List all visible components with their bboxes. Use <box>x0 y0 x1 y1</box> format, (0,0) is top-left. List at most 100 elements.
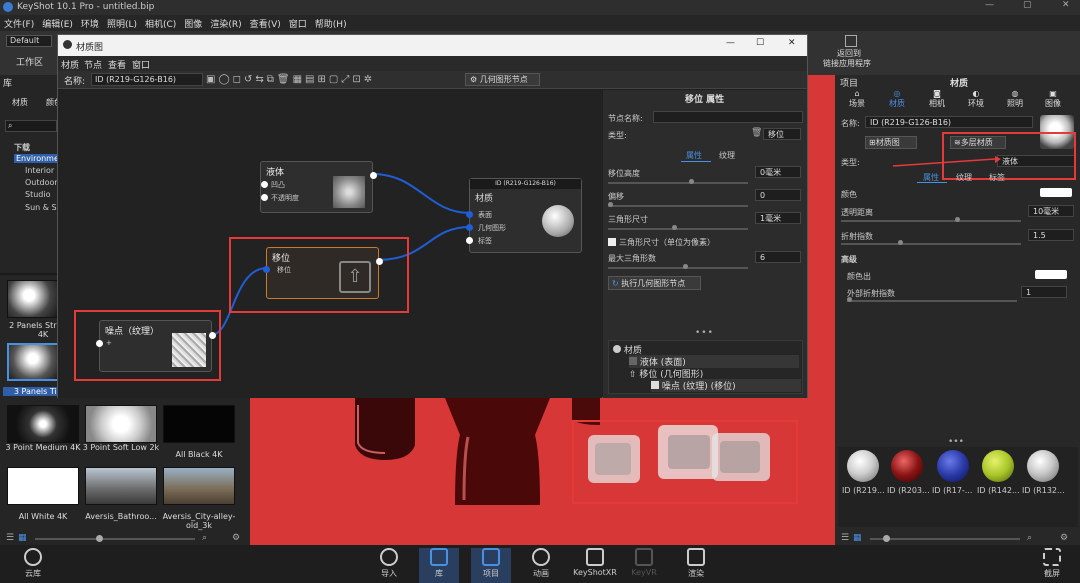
transmission-slider[interactable] <box>841 220 1021 222</box>
cloud-library-button[interactable]: 云库 <box>13 548 53 579</box>
menu-edit[interactable]: 编辑(E) <box>38 15 77 30</box>
node-icon[interactable]: ⊞ <box>318 74 329 85</box>
opacity-port[interactable] <box>261 194 268 201</box>
max-triangles-input[interactable]: 6 <box>755 251 801 263</box>
reset-icon[interactable]: ↺ <box>244 74 255 85</box>
liquid-output-port[interactable] <box>370 172 377 179</box>
triangle-size-input[interactable]: 1毫米 <box>755 212 801 224</box>
settings-icon[interactable]: ⚙ <box>232 533 240 543</box>
slider-knob[interactable] <box>96 535 103 542</box>
tab-camera[interactable]: ◙ 相机 <box>929 89 945 109</box>
tab-materials[interactable]: 材质 <box>12 97 28 108</box>
keyshotxr-button[interactable]: KeyShotXR <box>572 548 618 577</box>
menu-node[interactable]: 节点 <box>84 58 102 71</box>
close-icon[interactable]: ✕ <box>788 38 796 48</box>
thumbnail-size-slider[interactable] <box>870 538 1020 540</box>
advanced-label[interactable]: 高级 <box>841 254 857 265</box>
fit-icon[interactable]: ⤢ <box>341 74 352 85</box>
outside-ior-slider[interactable] <box>847 300 1017 302</box>
material-swatch[interactable] <box>937 450 969 482</box>
screenshot-button[interactable]: 截屏 <box>1032 548 1072 579</box>
tree-item-interior[interactable]: Interior <box>25 166 54 175</box>
env-thumbnail[interactable] <box>163 467 235 505</box>
close-icon[interactable]: ✕ <box>1062 0 1070 10</box>
search-input[interactable]: ⌕ <box>5 120 57 132</box>
execute-geometry-button[interactable]: ↻ 执行几何图形节点 <box>608 276 701 290</box>
triangle-pixels-checkbox[interactable] <box>608 238 616 246</box>
tree-item-studio[interactable]: Studio <box>25 190 50 199</box>
tab-lighting[interactable]: ◍ 照明 <box>1007 89 1023 109</box>
menu-environment[interactable]: 环境 <box>77 15 103 30</box>
material-swatch[interactable] <box>1027 450 1059 482</box>
menu-camera[interactable]: 相机(C) <box>141 15 180 30</box>
env-thumbnail[interactable] <box>7 467 79 505</box>
menu-lighting[interactable]: 照明(L) <box>103 15 141 30</box>
geometry-port[interactable] <box>466 224 473 231</box>
thumbnail-size-slider[interactable] <box>35 538 195 540</box>
gear-icon[interactable]: ✲ <box>364 74 375 85</box>
color-swatch[interactable] <box>1040 188 1072 197</box>
sphere-icon[interactable]: ◯ <box>218 74 232 85</box>
project-button[interactable]: 项目 <box>471 548 511 583</box>
render-button[interactable]: 渲染 <box>676 548 716 579</box>
menu-view[interactable]: 查看(V) <box>246 15 285 30</box>
slider-knob[interactable] <box>883 535 890 542</box>
material-graph-button[interactable]: ⊞材质图 <box>865 136 917 149</box>
menu-material[interactable]: 材质 <box>61 58 79 71</box>
displacement-height-slider[interactable] <box>608 182 748 184</box>
menu-render[interactable]: 渲染(R) <box>206 15 245 30</box>
tab-texture[interactable]: 纹理 <box>719 150 735 161</box>
settings-icon[interactable]: ⚙ <box>1060 533 1068 543</box>
menu-window[interactable]: 窗口 <box>132 58 150 71</box>
env-thumbnail[interactable] <box>163 405 235 443</box>
copy-icon[interactable]: ⧉ <box>267 74 277 85</box>
frame-icon[interactable]: ▢ <box>329 74 341 85</box>
material-swatch[interactable] <box>982 450 1014 482</box>
ior-input[interactable]: 1.5 <box>1028 229 1074 241</box>
minimize-icon[interactable]: — <box>726 38 735 48</box>
tab-scene[interactable]: ⌂ 场景 <box>849 89 865 109</box>
layout-icon[interactable]: ▤ <box>305 74 317 85</box>
grid-icon[interactable]: ▦ <box>293 74 305 85</box>
menu-window[interactable]: 窗口 <box>285 15 311 30</box>
env-thumbnail[interactable] <box>85 405 157 443</box>
menu-help[interactable]: 帮助(H) <box>311 15 351 30</box>
transmission-input[interactable]: 10毫米 <box>1028 205 1074 217</box>
outside-ior-input[interactable]: 1 <box>1021 286 1067 298</box>
more-dots-icon[interactable]: ••• <box>948 437 964 447</box>
material-name-input[interactable]: ID (R219-G126-B16) <box>91 73 203 86</box>
liquid-node[interactable]: 液体 凹凸 不透明度 <box>260 161 377 213</box>
workspace-select[interactable]: Default <box>6 35 52 47</box>
view-grid-icon[interactable]: ▦ <box>18 533 27 543</box>
tab-environment[interactable]: ◐ 环境 <box>968 89 984 109</box>
displacement-height-input[interactable]: 0毫米 <box>755 166 801 178</box>
slider-knob[interactable] <box>683 264 688 269</box>
outside-color-swatch[interactable] <box>1035 270 1067 279</box>
return-icon[interactable] <box>845 35 857 47</box>
menu-view[interactable]: 查看 <box>108 58 126 71</box>
zoom-icon[interactable]: ⌕ <box>1027 533 1032 543</box>
offset-input[interactable]: 0 <box>755 189 801 201</box>
import-button[interactable]: 导入 <box>369 548 409 579</box>
env-thumbnail[interactable] <box>85 467 157 505</box>
tree-row[interactable]: 噪点 (纹理) (移位) <box>651 379 801 392</box>
zoom-icon[interactable]: ⌕ <box>202 533 207 543</box>
tab-properties[interactable]: 属性 <box>686 150 702 161</box>
tree-item-outdoor[interactable]: Outdoor <box>25 178 58 187</box>
animation-button[interactable]: 动画 <box>521 548 561 579</box>
more-dots-icon[interactable]: ••• <box>695 328 714 338</box>
menu-image[interactable]: 图像 <box>180 15 206 30</box>
return-label-2[interactable]: 链接应用程序 <box>823 58 871 69</box>
material-swatch[interactable] <box>847 450 879 482</box>
library-button[interactable]: 库 <box>419 548 459 583</box>
node-name-input[interactable] <box>653 111 803 123</box>
trash-icon[interactable]: 🗑 <box>751 128 762 138</box>
material-name-input[interactable]: ID (R219-G126-B16) <box>865 116 1033 128</box>
maximize-icon[interactable]: ▢ <box>1023 0 1032 10</box>
zoom-icon[interactable]: ⊡ <box>352 74 363 85</box>
maximize-icon[interactable]: ☐ <box>756 38 764 48</box>
tab-image[interactable]: ▣ 图像 <box>1045 89 1061 109</box>
minimize-icon[interactable]: — <box>985 0 994 10</box>
surface-port[interactable] <box>466 211 473 218</box>
view-list-icon[interactable]: ☰ <box>841 533 849 543</box>
